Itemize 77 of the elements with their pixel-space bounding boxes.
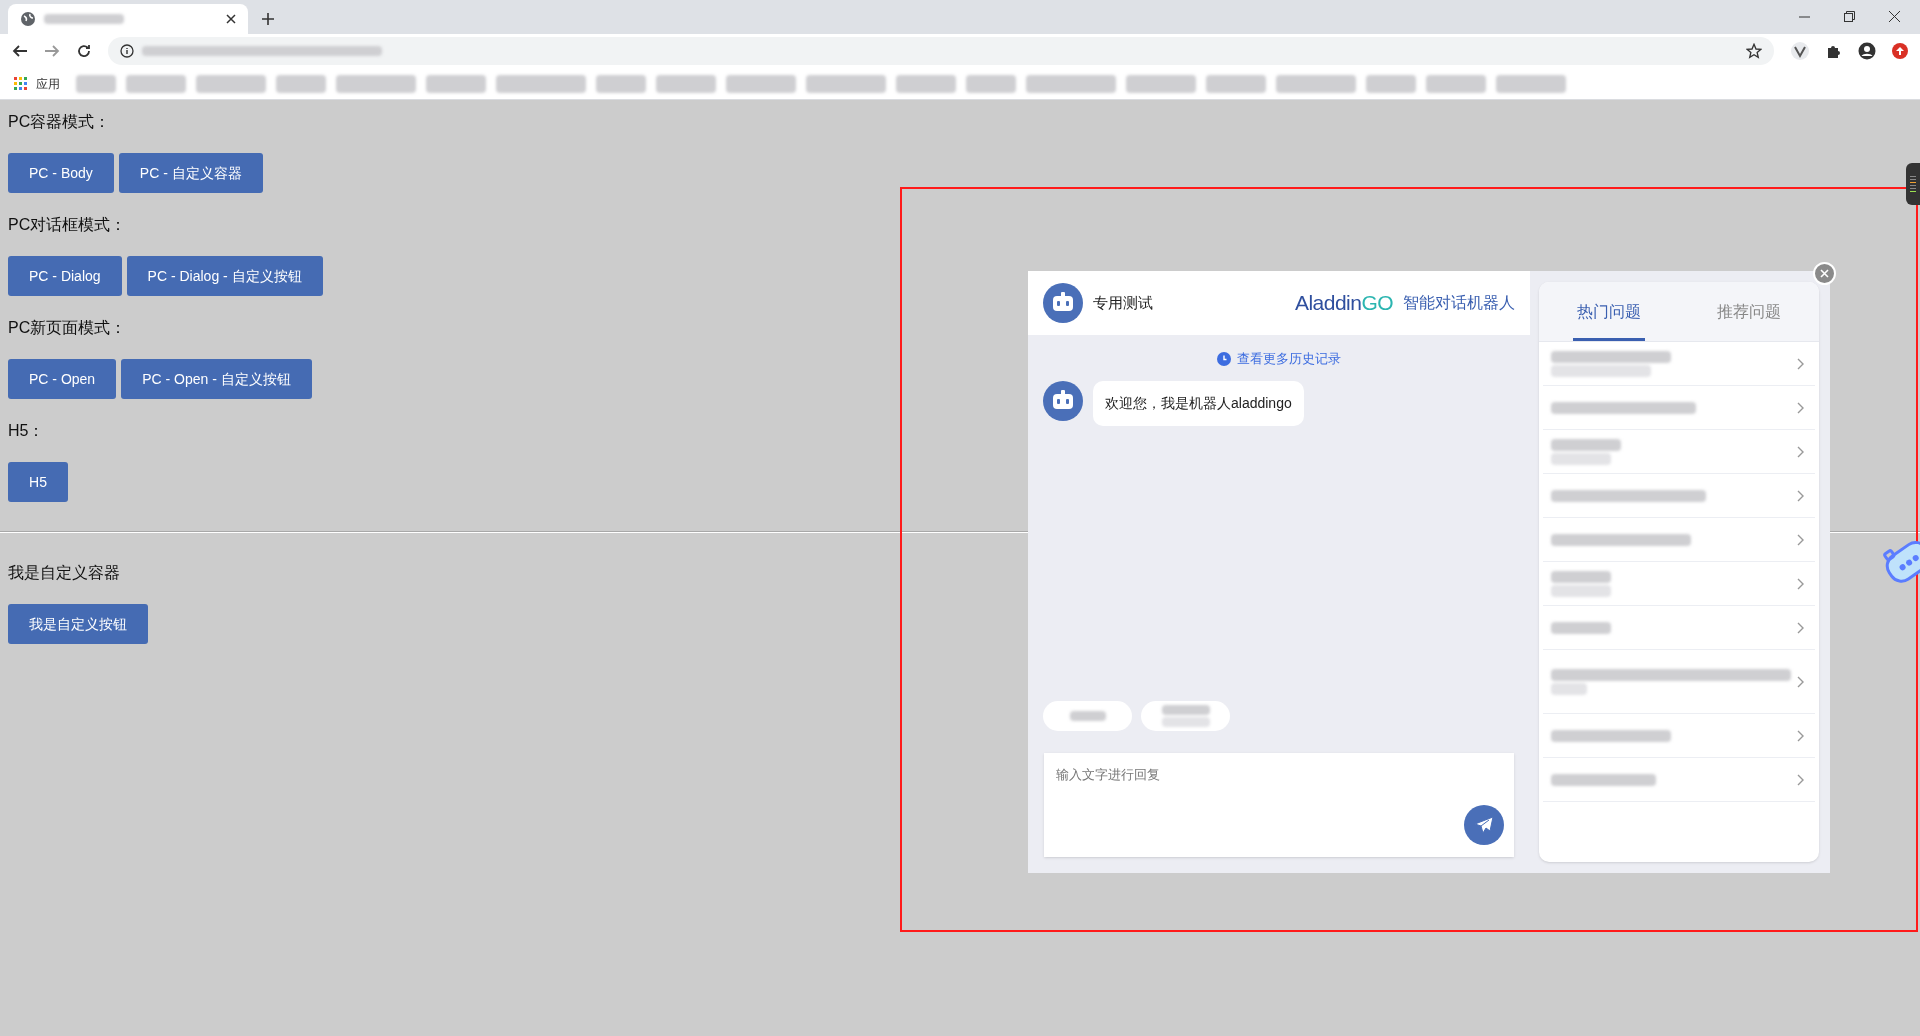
paper-plane-icon bbox=[1474, 816, 1494, 834]
new-tab-icon[interactable] bbox=[262, 13, 274, 25]
chevron-right-icon bbox=[1797, 445, 1805, 458]
demo-button[interactable]: PC - Open bbox=[8, 359, 117, 399]
blurred-bookmark bbox=[76, 74, 116, 93]
forward-arrow-icon[interactable] bbox=[44, 43, 60, 59]
blurred-text bbox=[1551, 438, 1621, 465]
chevron-right-icon bbox=[1797, 621, 1805, 634]
blurred-bookmark bbox=[1126, 74, 1196, 93]
section-label: PC新页面模式： bbox=[8, 318, 127, 338]
back-arrow-icon[interactable] bbox=[12, 43, 28, 59]
chevron-right-icon bbox=[1797, 533, 1805, 546]
demo-button[interactable]: PC - 自定义容器 bbox=[118, 153, 263, 193]
blurred-bookmark bbox=[966, 74, 1016, 93]
blurred-bookmark bbox=[1426, 74, 1486, 93]
profile-icon[interactable] bbox=[1858, 42, 1876, 60]
close-icon bbox=[1820, 269, 1829, 278]
extension-icon[interactable] bbox=[1790, 41, 1810, 61]
custom-button[interactable]: 我是自定义按钮 bbox=[8, 604, 148, 644]
bot-name: 专用测试 bbox=[1093, 292, 1153, 313]
close-dialog-button[interactable] bbox=[1813, 262, 1836, 285]
demo-button[interactable]: PC - Dialog - 自定义按钮 bbox=[126, 256, 323, 296]
blurred-bookmark bbox=[896, 74, 956, 93]
blurred-bookmark bbox=[426, 74, 486, 93]
blurred-bookmark bbox=[1206, 74, 1266, 93]
message-bubble: 欢迎您，我是机器人aladdingo bbox=[1093, 380, 1304, 426]
brand-logo: AladdinGO bbox=[1295, 290, 1393, 317]
close-window-icon[interactable] bbox=[1889, 11, 1900, 22]
demo-button[interactable]: H5 bbox=[8, 462, 68, 502]
section-label: PC对话框模式： bbox=[8, 215, 127, 235]
history-link[interactable]: 查看更多历史记录 bbox=[1217, 349, 1341, 369]
blurred-text bbox=[1069, 711, 1106, 721]
info-icon bbox=[120, 44, 134, 58]
chevron-right-icon bbox=[1797, 357, 1805, 370]
blurred-bookmark bbox=[596, 74, 646, 93]
robot-avatar-icon bbox=[1043, 380, 1083, 421]
blurred-text bbox=[1551, 570, 1611, 597]
star-icon[interactable] bbox=[1746, 43, 1762, 59]
blurred-bookmark bbox=[196, 74, 266, 93]
section-label: PC容器模式： bbox=[8, 112, 111, 132]
reload-icon[interactable] bbox=[76, 43, 92, 59]
demo-button[interactable]: PC - Dialog bbox=[8, 256, 122, 296]
container-label: 我是自定义容器 bbox=[8, 563, 120, 583]
apps-grid-icon[interactable] bbox=[14, 76, 28, 91]
update-icon[interactable] bbox=[1892, 43, 1908, 59]
demo-button[interactable]: PC - Body bbox=[8, 153, 114, 193]
minimize-icon[interactable] bbox=[1799, 15, 1810, 18]
demo-button[interactable]: PC - Open - 自定义按钮 bbox=[121, 359, 312, 399]
globe-icon bbox=[20, 11, 36, 27]
puzzle-icon[interactable] bbox=[1826, 43, 1842, 59]
blurred-bookmark bbox=[656, 74, 716, 93]
chevron-right-icon bbox=[1797, 401, 1805, 414]
chevron-right-icon bbox=[1797, 489, 1805, 502]
blurred-bookmark bbox=[726, 74, 796, 93]
restore-icon[interactable] bbox=[1844, 11, 1855, 22]
blurred-text bbox=[1551, 621, 1611, 634]
blurred-bookmark bbox=[1366, 74, 1416, 93]
quick-reply-chip[interactable] bbox=[1043, 701, 1132, 731]
chevron-right-icon bbox=[1797, 675, 1805, 688]
blurred-bookmark bbox=[1496, 74, 1566, 93]
chevron-right-icon bbox=[1797, 773, 1805, 786]
blurred-bookmark bbox=[276, 74, 326, 93]
brand-subtitle: 智能对话机器人 bbox=[1403, 293, 1515, 313]
quick-reply-chip[interactable] bbox=[1141, 701, 1230, 731]
section-label: H5： bbox=[8, 421, 45, 441]
chevron-right-icon bbox=[1797, 577, 1805, 590]
clock-icon bbox=[1217, 351, 1231, 366]
bookmark-label[interactable]: 应用 bbox=[36, 74, 60, 93]
message-field[interactable]: 输入文字进行回复 bbox=[1044, 753, 1514, 857]
close-icon[interactable] bbox=[226, 14, 236, 24]
question-tab[interactable]: 热门问题 bbox=[1573, 282, 1645, 341]
side-widget[interactable] bbox=[1906, 163, 1920, 205]
question-tab[interactable]: 推荐问题 bbox=[1713, 282, 1785, 341]
blurred-text bbox=[1161, 705, 1210, 727]
chevron-right-icon bbox=[1797, 729, 1805, 742]
blurred-bookmark bbox=[126, 74, 186, 93]
robot-avatar-icon bbox=[1043, 283, 1083, 323]
